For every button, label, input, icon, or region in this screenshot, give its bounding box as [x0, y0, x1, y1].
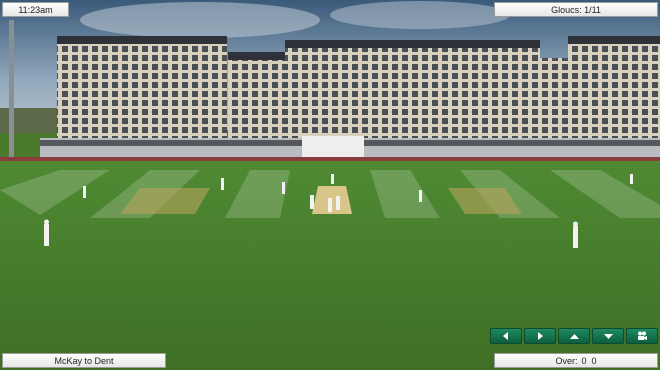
team-score-text: Gloucs: 1/11 — [551, 4, 601, 15]
arrow-up-icon — [569, 333, 579, 339]
camera-right-button[interactable] — [524, 328, 556, 344]
camera-down-button[interactable] — [592, 328, 624, 344]
cloud — [80, 2, 320, 38]
over-label: Over: — [555, 355, 578, 366]
over-value: 0 0 — [581, 355, 597, 366]
cricket-scene — [0, 0, 660, 370]
bowler-batter-text: McKay to Dent — [54, 355, 114, 366]
floodlight-pole — [9, 20, 14, 160]
match-time: 11:23am — [2, 2, 69, 17]
camera-left-button[interactable] — [490, 328, 522, 344]
arrow-right-icon — [538, 332, 543, 340]
over-counter: Over: 0 0 — [494, 353, 658, 368]
arrow-left-icon — [503, 332, 508, 340]
arrow-down-icon — [603, 333, 613, 339]
cloud — [330, 1, 510, 29]
camera-icon — [637, 331, 647, 340]
camera-toggle-button[interactable] — [626, 328, 658, 344]
camera-controls — [490, 328, 658, 344]
team-score: Gloucs: 1/11 — [494, 2, 658, 17]
camera-up-button[interactable] — [558, 328, 590, 344]
match-time-text: 11:23am — [18, 4, 53, 15]
bowler-batter-label: McKay to Dent — [2, 353, 166, 368]
sightscreen — [302, 136, 364, 158]
